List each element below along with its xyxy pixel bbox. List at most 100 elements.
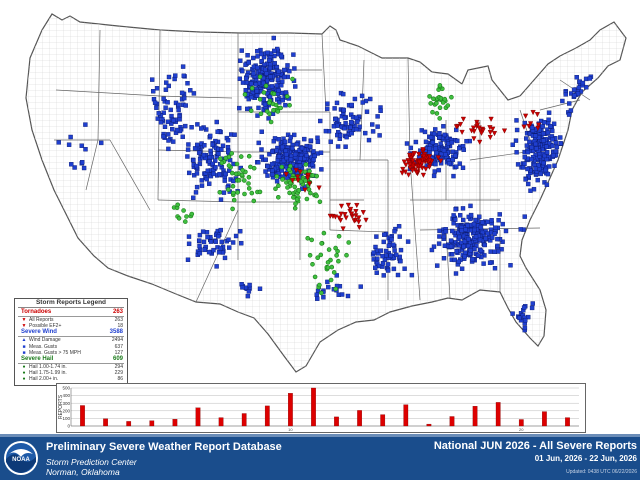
wind-report-marker xyxy=(245,53,250,58)
wind-report-marker xyxy=(360,100,365,105)
wind-report-marker xyxy=(186,234,192,239)
wind-report-marker xyxy=(275,77,281,83)
wind-report-marker xyxy=(197,232,203,238)
hail-report-marker xyxy=(257,97,263,102)
wind-report-marker xyxy=(460,165,466,171)
wind-report-marker xyxy=(222,178,228,183)
hail-report-marker xyxy=(176,216,182,221)
wind-report-marker xyxy=(382,232,387,237)
hail-report-marker xyxy=(226,163,232,168)
wind-report-marker xyxy=(226,245,232,250)
wind-report-marker xyxy=(210,142,215,147)
chart-y-tick-label: 100 xyxy=(62,416,70,421)
wind-report-marker xyxy=(522,161,527,166)
wind-report-marker xyxy=(181,73,187,79)
wind-report-marker xyxy=(437,130,442,136)
wind-report-marker xyxy=(318,150,324,156)
hail-report-marker xyxy=(230,206,235,212)
wind-report-marker xyxy=(254,65,260,71)
wind-report-marker xyxy=(81,165,87,171)
wind-report-marker xyxy=(216,234,221,239)
wind-report-marker xyxy=(492,266,498,271)
hail-report-marker xyxy=(235,190,240,195)
hail-report-marker xyxy=(329,264,335,270)
wind-report-marker xyxy=(214,264,219,269)
wind-report-marker xyxy=(462,254,467,259)
wind-report-marker xyxy=(189,124,194,130)
wind-report-marker xyxy=(204,176,209,182)
wind-report-marker xyxy=(185,257,191,262)
wind-report-marker xyxy=(522,154,527,160)
wind-report-marker xyxy=(450,149,456,155)
hail-report-marker xyxy=(318,290,324,296)
hail-report-marker xyxy=(296,188,302,193)
wind-report-marker xyxy=(398,247,404,253)
wind-report-marker xyxy=(208,239,214,244)
wind-report-marker xyxy=(223,171,228,177)
chart-x-tick-label: 20 xyxy=(519,427,524,432)
wind-report-marker xyxy=(173,73,178,78)
wind-report-marker xyxy=(169,126,175,132)
wind-report-marker xyxy=(222,255,228,261)
hail-report-marker xyxy=(437,83,443,88)
wind-report-marker xyxy=(163,80,169,85)
wind-report-marker xyxy=(487,260,493,265)
wind-report-marker xyxy=(284,152,289,157)
wind-report-marker xyxy=(226,237,231,242)
wind-report-marker xyxy=(197,243,202,249)
wind-report-marker xyxy=(545,171,551,177)
wind-report-marker xyxy=(287,138,293,144)
wind-report-marker xyxy=(517,315,522,321)
legend-group-name: Tornadoes xyxy=(21,309,52,315)
wind-report-marker xyxy=(205,168,211,174)
wind-report-marker xyxy=(256,160,261,165)
chart-bar xyxy=(103,418,108,427)
wind-report-marker xyxy=(529,125,535,130)
hail-report-marker xyxy=(437,116,443,121)
wind-report-marker xyxy=(460,206,466,211)
wind-report-marker xyxy=(529,157,534,162)
wind-report-marker xyxy=(259,147,264,152)
wind-report-marker xyxy=(459,266,465,271)
wind-report-marker xyxy=(171,139,176,144)
chart-y-tick-label: 400 xyxy=(62,393,70,398)
hail-report-marker xyxy=(240,168,245,173)
wind-report-marker xyxy=(267,65,273,71)
wind-report-marker xyxy=(349,131,354,136)
footer-bar: NOAA Preliminary Severe Weather Report D… xyxy=(0,434,640,480)
wind-report-marker xyxy=(458,213,463,218)
wind-report-marker xyxy=(225,144,231,150)
wind-report-marker xyxy=(194,163,199,169)
wind-report-marker xyxy=(319,167,324,172)
wind-report-marker xyxy=(333,116,338,122)
wind-report-marker xyxy=(275,158,280,163)
wind-report-marker xyxy=(493,225,498,230)
wind-report-marker xyxy=(202,247,207,253)
wind-report-marker xyxy=(176,107,181,113)
wind-report-marker xyxy=(315,135,320,141)
wind-report-marker xyxy=(441,234,447,240)
wind-report-marker xyxy=(191,91,197,96)
wind-report-marker xyxy=(204,229,210,235)
wind-report-marker xyxy=(402,266,407,271)
wind-report-marker xyxy=(318,118,323,124)
hail-report-marker xyxy=(287,103,292,108)
wind-report-marker xyxy=(207,133,213,139)
wind-report-marker xyxy=(370,122,375,127)
wind-report-marker xyxy=(215,129,220,134)
wind-report-marker xyxy=(292,66,297,71)
wind-report-marker xyxy=(525,166,530,172)
legend-item-label: Possible EF2+ xyxy=(29,323,62,330)
chart-bar xyxy=(334,416,339,427)
wind-report-marker xyxy=(544,149,550,155)
daily-reports-chart-svg: REPORTS010020030040050010 20 xyxy=(58,386,579,432)
wind-report-marker xyxy=(152,100,158,105)
wind-report-marker xyxy=(274,148,279,154)
wind-report-marker xyxy=(453,271,459,276)
wind-report-marker xyxy=(436,167,441,173)
wind-report-marker xyxy=(219,239,224,245)
hail-report-marker xyxy=(183,219,188,224)
wind-report-marker xyxy=(457,234,462,240)
wind-report-marker xyxy=(363,130,368,136)
hail-report-marker xyxy=(427,94,432,99)
